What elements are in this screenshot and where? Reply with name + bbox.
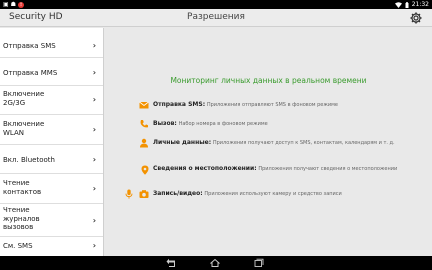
navigation-bar: [0, 256, 432, 270]
app-notification-icon: ▣: [3, 1, 9, 8]
status-bar: ▣ ☗ ! 21:32: [0, 0, 432, 9]
permission-description: Приложения отправляют SMS в фоновом режи…: [206, 102, 338, 108]
permission-location: Сведения о местоположении: Приложения по…: [153, 165, 403, 173]
permission-description: Набор номера в фоновом режиме: [178, 121, 268, 127]
permissions-sidebar: Отправка SMS › Отправка MMS › Включение …: [0, 28, 104, 256]
permission-title: Отправка SMS:: [153, 101, 206, 108]
android-notification-icon: ☗: [10, 1, 17, 8]
permission-description: Приложения получают доступ к SMS, контак…: [212, 140, 395, 146]
sidebar-item-label: Отправка MMS: [3, 69, 58, 77]
chevron-right-icon: ›: [92, 95, 96, 104]
camera-icon: [139, 190, 149, 198]
back-icon[interactable]: [166, 258, 176, 268]
sidebar-item-label: Включение 2G/3G: [3, 90, 45, 107]
chevron-right-icon: ›: [92, 125, 96, 134]
chevron-right-icon: ›: [92, 41, 96, 50]
sidebar-item-read-call-logs[interactable]: Чтение журналов вызовов ›: [0, 204, 103, 237]
permission-send-sms: Отправка SMS: Приложения отправляют SMS …: [153, 101, 423, 109]
settings-gear-icon[interactable]: [410, 12, 422, 24]
sidebar-item-enable-bluetooth[interactable]: Вкл. Bluetooth ›: [0, 145, 103, 174]
envelope-icon: [139, 101, 149, 109]
microphone-icon: [125, 189, 133, 199]
action-bar: Security HD Разрешения: [0, 9, 432, 27]
permission-title: Личные данные:: [153, 139, 212, 146]
phone-icon: [140, 120, 148, 128]
headline: Мониторинг личных данных в реальном врем…: [170, 76, 367, 85]
sidebar-item-label: Включение WLAN: [3, 120, 45, 137]
sidebar-item-read-contacts[interactable]: Чтение контактов ›: [0, 174, 103, 204]
permission-recording: Запись/видео: Приложения используют каме…: [153, 190, 423, 198]
location-pin-icon: [141, 165, 149, 175]
permission-title: Сведения о местоположении:: [153, 165, 257, 172]
status-time: 21:32: [411, 1, 429, 8]
sidebar-item-label: Чтение журналов вызовов: [3, 206, 40, 231]
permissions-overview: Мониторинг личных данных в реальном врем…: [105, 28, 432, 256]
permission-description: Приложения получают сведения о местополо…: [258, 166, 398, 172]
screen: ▣ ☗ ! 21:32 Security HD Разрешения Отпра…: [0, 0, 432, 270]
permission-title: Запись/видео:: [153, 190, 203, 197]
alert-notification-icon: !: [18, 1, 25, 8]
chevron-right-icon: ›: [92, 68, 96, 77]
sidebar-item-send-mms[interactable]: Отправка MMS ›: [0, 58, 103, 86]
permission-personal-data: Личные данные: Приложения получают досту…: [153, 139, 403, 147]
permission-title: Вызов:: [153, 120, 177, 127]
chevron-right-icon: ›: [92, 216, 96, 225]
sidebar-item-view-sms[interactable]: См. SMS ›: [0, 237, 103, 256]
screen-title: Разрешения: [187, 12, 245, 22]
permission-call: Вызов: Набор номера в фоновом режиме: [153, 120, 423, 128]
battery-icon: [405, 1, 409, 8]
sidebar-item-send-sms[interactable]: Отправка SMS ›: [0, 30, 103, 58]
recent-apps-icon[interactable]: [254, 258, 264, 268]
sidebar-item-enable-wlan[interactable]: Включение WLAN ›: [0, 115, 103, 145]
chevron-right-icon: ›: [92, 155, 96, 164]
sidebar-item-enable-2g3g[interactable]: Включение 2G/3G ›: [0, 86, 103, 115]
wifi-icon: [394, 1, 402, 8]
chevron-right-icon: ›: [92, 184, 96, 193]
sidebar-item-label: Чтение контактов: [3, 179, 42, 196]
permission-description: Приложения используют камеру и средство …: [204, 191, 342, 197]
home-icon[interactable]: [210, 258, 220, 268]
chevron-right-icon: ›: [92, 241, 96, 250]
sidebar-item-label: См. SMS: [3, 242, 33, 250]
sidebar-item-label: Отправка SMS: [3, 42, 56, 50]
person-icon: [140, 138, 148, 148]
sidebar-item-label: Вкл. Bluetooth: [3, 156, 55, 164]
